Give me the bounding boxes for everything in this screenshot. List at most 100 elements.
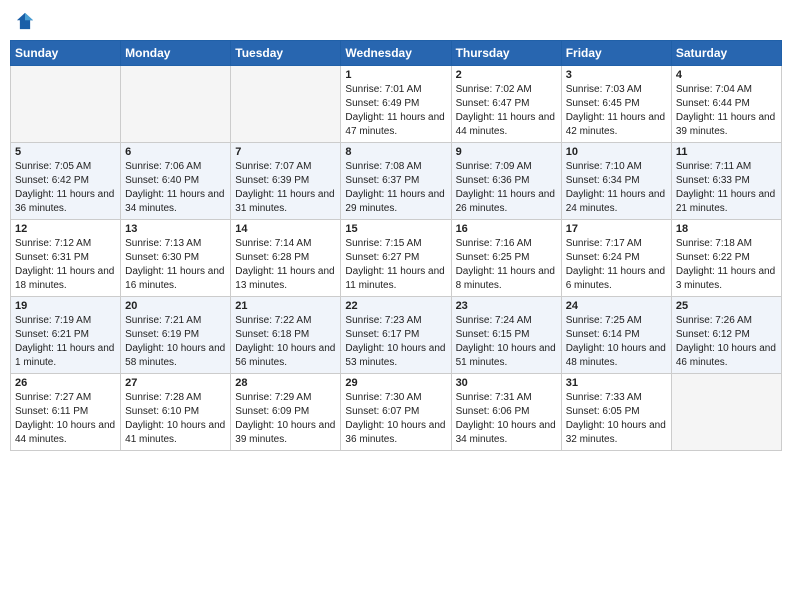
day-info: Sunrise: 7:18 AMSunset: 6:22 PMDaylight:… (676, 237, 777, 293)
day-cell: 1 Sunrise: 7:01 AMSunset: 6:49 PMDaylight… (341, 66, 451, 143)
day-cell (11, 66, 121, 143)
day-number: 8 (345, 146, 446, 158)
day-info: Sunrise: 7:33 AMSunset: 6:05 PMDaylight:… (566, 391, 667, 447)
day-info: Sunrise: 7:26 AMSunset: 6:12 PMDaylight:… (676, 314, 777, 370)
day-number: 28 (235, 377, 336, 389)
day-info: Sunrise: 7:03 AMSunset: 6:45 PMDaylight:… (566, 83, 667, 139)
day-cell: 6 Sunrise: 7:06 AMSunset: 6:40 PMDaylight… (121, 143, 231, 220)
day-number: 18 (676, 223, 777, 235)
week-row-1: 1 Sunrise: 7:01 AMSunset: 6:49 PMDaylight… (11, 66, 782, 143)
day-number: 1 (345, 69, 446, 81)
day-number: 14 (235, 223, 336, 235)
week-row-3: 12 Sunrise: 7:12 AMSunset: 6:31 PMDayligh… (11, 220, 782, 297)
day-number: 31 (566, 377, 667, 389)
day-number: 9 (456, 146, 557, 158)
day-cell: 25 Sunrise: 7:26 AMSunset: 6:12 PMDayligh… (671, 297, 781, 374)
day-header-friday: Friday (561, 41, 671, 66)
day-info: Sunrise: 7:08 AMSunset: 6:37 PMDaylight:… (345, 160, 446, 216)
day-cell: 5 Sunrise: 7:05 AMSunset: 6:42 PMDaylight… (11, 143, 121, 220)
day-header-monday: Monday (121, 41, 231, 66)
day-number: 25 (676, 300, 777, 312)
day-number: 5 (15, 146, 116, 158)
day-info: Sunrise: 7:12 AMSunset: 6:31 PMDaylight:… (15, 237, 116, 293)
day-info: Sunrise: 7:24 AMSunset: 6:15 PMDaylight:… (456, 314, 557, 370)
day-cell: 14 Sunrise: 7:14 AMSunset: 6:28 PMDayligh… (231, 220, 341, 297)
day-info: Sunrise: 7:15 AMSunset: 6:27 PMDaylight:… (345, 237, 446, 293)
day-cell: 9 Sunrise: 7:09 AMSunset: 6:36 PMDaylight… (451, 143, 561, 220)
day-number: 2 (456, 69, 557, 81)
day-number: 15 (345, 223, 446, 235)
day-cell: 18 Sunrise: 7:18 AMSunset: 6:22 PMDayligh… (671, 220, 781, 297)
day-number: 17 (566, 223, 667, 235)
day-info: Sunrise: 7:09 AMSunset: 6:36 PMDaylight:… (456, 160, 557, 216)
day-number: 19 (15, 300, 116, 312)
day-header-saturday: Saturday (671, 41, 781, 66)
week-row-2: 5 Sunrise: 7:05 AMSunset: 6:42 PMDaylight… (11, 143, 782, 220)
day-cell: 15 Sunrise: 7:15 AMSunset: 6:27 PMDayligh… (341, 220, 451, 297)
day-cell: 11 Sunrise: 7:11 AMSunset: 6:33 PMDayligh… (671, 143, 781, 220)
day-header-wednesday: Wednesday (341, 41, 451, 66)
day-header-sunday: Sunday (11, 41, 121, 66)
day-info: Sunrise: 7:16 AMSunset: 6:25 PMDaylight:… (456, 237, 557, 293)
day-number: 29 (345, 377, 446, 389)
day-cell: 22Sunrise: 7:23 AMSunset: 6:17 PMDayligh… (341, 297, 451, 374)
day-cell: 19Sunrise: 7:19 AMSunset: 6:21 PMDayligh… (11, 297, 121, 374)
day-info: Sunrise: 7:02 AMSunset: 6:47 PMDaylight:… (456, 83, 557, 139)
day-cell: 17 Sunrise: 7:17 AMSunset: 6:24 PMDayligh… (561, 220, 671, 297)
day-number: 16 (456, 223, 557, 235)
day-info: Sunrise: 7:30 AMSunset: 6:07 PMDaylight:… (345, 391, 446, 447)
day-cell: 7 Sunrise: 7:07 AMSunset: 6:39 PMDaylight… (231, 143, 341, 220)
day-info: Sunrise: 7:28 AMSunset: 6:10 PMDaylight:… (125, 391, 226, 447)
day-header-tuesday: Tuesday (231, 41, 341, 66)
day-cell: 21 Sunrise: 7:22 AMSunset: 6:18 PMDayligh… (231, 297, 341, 374)
logo (14, 10, 38, 32)
day-cell: 20Sunrise: 7:21 AMSunset: 6:19 PMDayligh… (121, 297, 231, 374)
day-info: Sunrise: 7:31 AMSunset: 6:06 PMDaylight:… (456, 391, 557, 447)
page-header (10, 10, 782, 32)
day-number: 27 (125, 377, 226, 389)
day-cell: 28 Sunrise: 7:29 AMSunset: 6:09 PMDayligh… (231, 374, 341, 451)
day-number: 7 (235, 146, 336, 158)
day-info: Sunrise: 7:01 AMSunset: 6:49 PMDaylight:… (345, 83, 446, 139)
day-number: 4 (676, 69, 777, 81)
day-number: 13 (125, 223, 226, 235)
week-row-4: 19Sunrise: 7:19 AMSunset: 6:21 PMDayligh… (11, 297, 782, 374)
day-cell: 30 Sunrise: 7:31 AMSunset: 6:06 PMDayligh… (451, 374, 561, 451)
day-number: 21 (235, 300, 336, 312)
day-info: Sunrise: 7:25 AMSunset: 6:14 PMDaylight:… (566, 314, 667, 370)
day-cell: 26Sunrise: 7:27 AMSunset: 6:11 PMDayligh… (11, 374, 121, 451)
day-cell (671, 374, 781, 451)
day-info: Sunrise: 7:11 AMSunset: 6:33 PMDaylight:… (676, 160, 777, 216)
day-number: 11 (676, 146, 777, 158)
day-number: 6 (125, 146, 226, 158)
day-info: Sunrise: 7:05 AMSunset: 6:42 PMDaylight:… (15, 160, 116, 216)
day-number: 10 (566, 146, 667, 158)
day-info: Sunrise: 7:14 AMSunset: 6:28 PMDaylight:… (235, 237, 336, 293)
day-info: Sunrise: 7:23 AMSunset: 6:17 PMDaylight:… (345, 314, 446, 370)
day-number: 24 (566, 300, 667, 312)
day-cell (231, 66, 341, 143)
day-info: Sunrise: 7:04 AMSunset: 6:44 PMDaylight:… (676, 83, 777, 139)
day-cell: 29 Sunrise: 7:30 AMSunset: 6:07 PMDayligh… (341, 374, 451, 451)
day-header-thursday: Thursday (451, 41, 561, 66)
day-number: 23 (456, 300, 557, 312)
day-cell: 4 Sunrise: 7:04 AMSunset: 6:44 PMDaylight… (671, 66, 781, 143)
day-number: 30 (456, 377, 557, 389)
day-info: Sunrise: 7:17 AMSunset: 6:24 PMDaylight:… (566, 237, 667, 293)
day-cell: 3Sunrise: 7:03 AMSunset: 6:45 PMDaylight… (561, 66, 671, 143)
day-number: 26 (15, 377, 116, 389)
calendar-table: SundayMondayTuesdayWednesdayThursdayFrid… (10, 40, 782, 451)
day-info: Sunrise: 7:06 AMSunset: 6:40 PMDaylight:… (125, 160, 226, 216)
day-number: 20 (125, 300, 226, 312)
day-number: 12 (15, 223, 116, 235)
day-cell: 31 Sunrise: 7:33 AMSunset: 6:05 PMDayligh… (561, 374, 671, 451)
day-cell: 2 Sunrise: 7:02 AMSunset: 6:47 PMDaylight… (451, 66, 561, 143)
day-cell: 23 Sunrise: 7:24 AMSunset: 6:15 PMDayligh… (451, 297, 561, 374)
day-info: Sunrise: 7:29 AMSunset: 6:09 PMDaylight:… (235, 391, 336, 447)
day-info: Sunrise: 7:07 AMSunset: 6:39 PMDaylight:… (235, 160, 336, 216)
week-row-5: 26Sunrise: 7:27 AMSunset: 6:11 PMDayligh… (11, 374, 782, 451)
day-cell: 27 Sunrise: 7:28 AMSunset: 6:10 PMDayligh… (121, 374, 231, 451)
day-cell: 8 Sunrise: 7:08 AMSunset: 6:37 PMDaylight… (341, 143, 451, 220)
day-cell: 16 Sunrise: 7:16 AMSunset: 6:25 PMDayligh… (451, 220, 561, 297)
day-info: Sunrise: 7:22 AMSunset: 6:18 PMDaylight:… (235, 314, 336, 370)
